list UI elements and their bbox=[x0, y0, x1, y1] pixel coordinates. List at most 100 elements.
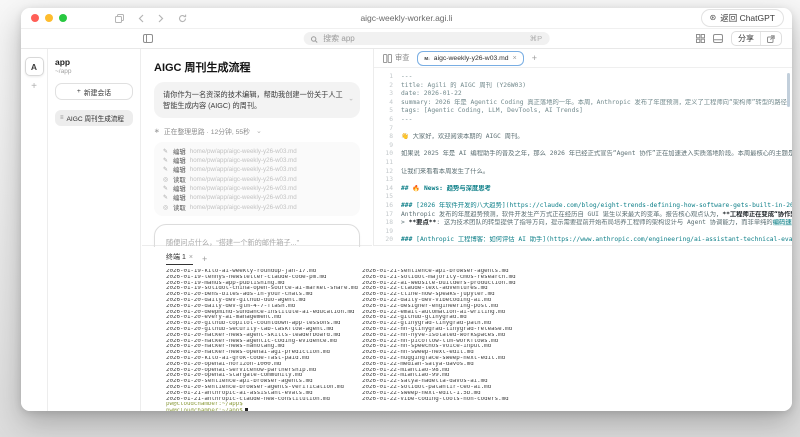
code-line: 6 --- bbox=[382, 116, 792, 125]
workspace-rail: A + bbox=[21, 49, 48, 411]
line-number: 9 bbox=[389, 141, 393, 149]
session-icon: ≡ bbox=[60, 115, 64, 121]
line-number: 15 bbox=[385, 193, 393, 201]
line-number: 13 bbox=[385, 176, 393, 184]
editor-tab[interactable]: M↓ aigc-weekly-y26-w03.md × bbox=[417, 50, 524, 66]
sidebar-session-item[interactable]: ≡ AIGC 周刊生成流程 bbox=[55, 110, 133, 126]
code-line: 5 tags: [Agentic Coding, LLM, DevTools, … bbox=[382, 107, 792, 116]
back-icon[interactable] bbox=[138, 14, 144, 23]
new-tab-button[interactable]: + bbox=[532, 53, 537, 63]
status-text: 正在整理思路 · 12分钟, 55秒 bbox=[163, 129, 250, 137]
sidebar-toggle-icon[interactable] bbox=[143, 34, 153, 43]
user-message: 请你作为一名资深的技术编辑，帮助我创建一份关于人工智能生成内容 (AIGC) 的… bbox=[154, 82, 360, 119]
share-button[interactable]: 分享 bbox=[732, 32, 760, 45]
code-line: 13 bbox=[382, 176, 792, 185]
line-number: 11 bbox=[385, 158, 393, 166]
plus-icon: + bbox=[76, 88, 81, 95]
pencil-icon: ✎ bbox=[162, 167, 169, 174]
code-line: 2 title: Agili 的 AIGC 周刊 (Y26W03) bbox=[382, 82, 792, 91]
app-toolbar: ⌘P 分享 bbox=[21, 29, 792, 49]
sidebar: app ~/app + 新建会话 ≡ AIGC 周刊生成流程 bbox=[48, 49, 141, 411]
review-toggle-button[interactable]: 审查 bbox=[383, 53, 409, 63]
operation-row[interactable]: ◎ 读取 home/pw/app/aigc-weekly-y26-w03.md bbox=[162, 174, 352, 184]
operation-row[interactable]: ✎ 编辑 home/pw/app/aigc-weekly-y26-w03.md bbox=[162, 193, 352, 202]
close-terminal-icon[interactable]: × bbox=[189, 254, 193, 261]
code-line: 9 bbox=[382, 142, 792, 151]
editor-tab-bar: 审查 M↓ aigc-weekly-y26-w03.md × + bbox=[374, 49, 792, 68]
line-number: 10 bbox=[385, 150, 393, 158]
page-title: aigc-weekly-worker.agi.li bbox=[360, 13, 453, 23]
return-chatgpt-button[interactable]: ⊛ 返回 ChatGPT bbox=[700, 9, 784, 27]
new-session-button[interactable]: + 新建会话 bbox=[55, 83, 133, 100]
operation-row[interactable]: ✎ 编辑 home/pw/app/aigc-weekly-y26-w03.md bbox=[162, 165, 352, 174]
search-icon bbox=[310, 30, 318, 48]
status-row: ∗ 正在整理思路 · 12分钟, 55秒 ⌄ bbox=[154, 126, 360, 136]
tabs-overview-icon[interactable] bbox=[115, 13, 124, 23]
expand-message-icon[interactable]: ⌄ bbox=[348, 95, 354, 106]
line-number: 17 bbox=[385, 210, 393, 218]
operation-row[interactable]: ✎ 编辑 home/pw/app/aigc-weekly-y26-w03.md bbox=[162, 184, 352, 193]
browser-window: aigc-weekly-worker.agi.li ⊛ 返回 ChatGPT ⌘… bbox=[21, 8, 792, 411]
operation-row[interactable]: ✎ 编辑 home/pw/app/aigc-weekly-y26-w03.md bbox=[162, 156, 352, 165]
close-window-button[interactable] bbox=[31, 14, 39, 22]
line-number: 8 bbox=[389, 133, 393, 141]
app-path: ~/app bbox=[55, 68, 72, 75]
terminal-panel: 终端 1 × + 2026-01-19-kilo-ai-weekly-round… bbox=[142, 247, 792, 411]
add-workspace-button[interactable]: + bbox=[21, 81, 47, 92]
terminal-cursor[interactable] bbox=[244, 408, 248, 411]
line-number: 4 bbox=[389, 98, 393, 106]
line-number: 14 bbox=[385, 184, 393, 192]
search-box[interactable]: ⌘P bbox=[303, 30, 550, 48]
shell-prompt: pw@cloudchamber:~/app$ bbox=[166, 408, 243, 411]
pencil-icon: ✎ bbox=[162, 148, 169, 155]
spinner-icon: ∗ bbox=[154, 128, 160, 136]
terminal-output: 2026-01-19-kilo-ai-weekly-roundup-jan-17… bbox=[166, 269, 792, 411]
operation-row[interactable]: ✎ 编辑 home/pw/app/aigc-weekly-y26-w03.md bbox=[162, 146, 352, 156]
markdown-icon: M↓ bbox=[424, 55, 430, 61]
line-number: 18 bbox=[385, 219, 393, 227]
code-view: 1 --- 2 title: Agili 的 AIGC 周刊 (Y26W03) … bbox=[374, 68, 792, 245]
operations-list: ✎ 编辑 home/pw/app/aigc-weekly-y26-w03.md … bbox=[154, 142, 360, 217]
line-number: 2 bbox=[389, 81, 393, 89]
code-line: 19 bbox=[382, 228, 792, 237]
code-line: 18 > **要点**: 这为技术团队的转型提供了指导方向，提示需要提前开始布局… bbox=[382, 219, 792, 228]
eye-icon: ◎ bbox=[162, 176, 169, 183]
line-number: 1 bbox=[389, 73, 393, 80]
code-line: 16 ### [2026 年软件开发的八大趋势](https://claude.… bbox=[382, 202, 792, 211]
line-number: 19 bbox=[385, 227, 393, 235]
zoom-window-button[interactable] bbox=[59, 14, 67, 22]
line-number: 20 bbox=[385, 236, 393, 244]
workspace-button[interactable]: A bbox=[24, 57, 44, 76]
terminal-file-entry: 2026-01-22-vibe-coding-tools-non-coders.… bbox=[362, 396, 509, 402]
new-terminal-button[interactable]: + bbox=[202, 254, 207, 264]
code-line: 12 让我们来看看本周发生了什么。 bbox=[382, 168, 792, 177]
terminal-tab[interactable]: 终端 1 × bbox=[166, 252, 193, 265]
operation-row[interactable]: ◎ 读取 home/pw/app/aigc-weekly-y26-w03.md bbox=[162, 203, 352, 212]
search-input[interactable] bbox=[321, 33, 526, 44]
columns-icon bbox=[383, 53, 392, 63]
tab-filename: aigc-weekly-y26-w03.md bbox=[433, 54, 509, 62]
line-number: 3 bbox=[389, 90, 393, 98]
code-line: 7 bbox=[382, 125, 792, 134]
search-shortcut: ⌘P bbox=[529, 34, 543, 43]
title-bar: aigc-weekly-worker.agi.li ⊛ 返回 ChatGPT bbox=[21, 8, 792, 29]
minimize-window-button[interactable] bbox=[45, 14, 53, 22]
line-number: 7 bbox=[389, 124, 393, 132]
editor-scrollbar[interactable] bbox=[787, 73, 790, 107]
openai-logo-icon: ⊛ bbox=[709, 13, 717, 22]
code-line: 11 bbox=[382, 159, 792, 168]
line-number: 16 bbox=[385, 201, 393, 209]
panel-bottom-icon[interactable] bbox=[713, 30, 723, 48]
popout-icon[interactable] bbox=[760, 32, 781, 45]
forward-icon[interactable] bbox=[158, 14, 164, 23]
reload-icon[interactable] bbox=[178, 14, 187, 23]
code-line: 20 ### [Anthropic 工程博客：如何评估 AI 助手](https… bbox=[382, 236, 792, 245]
grid-icon[interactable] bbox=[696, 30, 705, 48]
close-tab-icon[interactable]: × bbox=[513, 55, 517, 62]
collapse-status-icon[interactable]: ⌄ bbox=[256, 127, 262, 135]
code-line: 15 bbox=[382, 193, 792, 202]
code-line: 14 ## 🔥 News: 趋势与深度思考 bbox=[382, 185, 792, 194]
code-line: 10 如果说 2025 年是 AI 编程助手的普及之年，那么 2026 年已经正… bbox=[382, 150, 792, 159]
code-line: 4 summary: 2026 年是 Agentic Coding 真正落地的一… bbox=[382, 99, 792, 108]
code-line: 17 Anthropic 发布的年度趋势预测，软件开发生产方式正在经历自 GUI… bbox=[382, 211, 792, 220]
